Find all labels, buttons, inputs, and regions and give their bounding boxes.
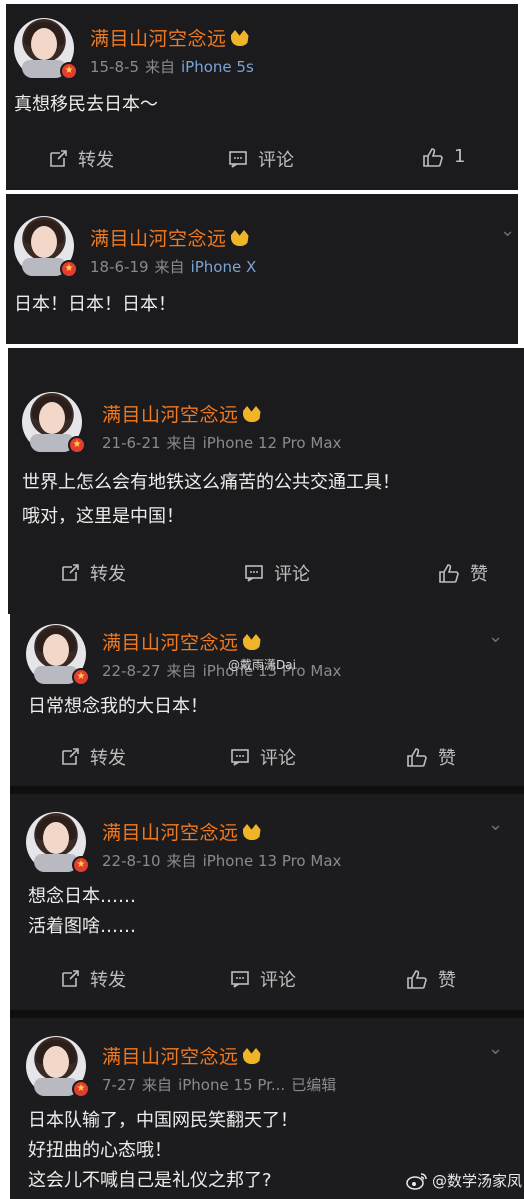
verified-badge-icon: ★ [60, 62, 78, 80]
avatar[interactable]: ★ [14, 18, 78, 80]
avatar[interactable]: ★ [26, 1036, 90, 1098]
action-bar: 转发 评论 1 [6, 146, 518, 176]
more-chevron-icon[interactable]: ⌄ [488, 628, 503, 646]
comment-icon [245, 565, 263, 582]
action-bar: 转发 评论 赞 [10, 744, 524, 774]
weibo-logo-icon [406, 1172, 427, 1190]
device-label[interactable]: iPhone 12 Pro Max [203, 434, 342, 452]
post-meta: 21-6-21 来自 iPhone 12 Pro Max [102, 434, 342, 452]
like-button[interactable]: 1 [422, 146, 465, 167]
action-bar: 转发 评论 赞 [8, 560, 524, 590]
device-label[interactable]: iPhone 15 Pr... [178, 1076, 285, 1094]
comment-button[interactable]: 评论 [230, 744, 296, 770]
like-button[interactable]: 赞 [406, 744, 456, 770]
repost-icon [62, 748, 79, 765]
avatar[interactable]: ★ [26, 812, 90, 874]
crown-icon [242, 634, 261, 650]
like-button[interactable]: 赞 [406, 966, 456, 992]
username[interactable]: 满目山河空念远 [102, 1042, 261, 1069]
post-meta: 22-8-10 来自 iPhone 13 Pro Max [102, 852, 342, 870]
username[interactable]: 满目山河空念远 [90, 24, 249, 51]
post-text: 日常想念我的大日本！ [28, 696, 208, 717]
avatar[interactable]: ★ [26, 624, 90, 686]
post-text: 日本！日本！日本！ [14, 294, 176, 315]
more-chevron-icon[interactable]: ⌄ [488, 816, 503, 834]
screenshot-panel-4: ★ 满目山河空念远 22-8-27 来自 iPhone 13 Pro Max @戴雨… [10, 614, 524, 1199]
overlay-watermark: @戴雨潇Dai [228, 658, 296, 672]
comment-icon [231, 971, 249, 988]
username[interactable]: 满目山河空念远 [102, 628, 261, 655]
verified-badge-icon: ★ [68, 436, 86, 454]
edited-label: 已编辑 [291, 1076, 337, 1094]
comment-button[interactable]: 评论 [244, 560, 310, 586]
device-label[interactable]: iPhone 5s [181, 58, 254, 76]
divider [10, 1010, 524, 1018]
post-meta: 15-8-5 来自 iPhone 5s [90, 58, 254, 76]
verified-badge-icon: ★ [60, 260, 78, 278]
repost-button[interactable]: 转发 [48, 146, 114, 172]
repost-button[interactable]: 转发 [60, 966, 126, 992]
post-meta: 7-27 来自 iPhone 15 Pr... 已编辑 [102, 1076, 337, 1094]
corner-watermark: @数学汤家凤 [406, 1170, 522, 1191]
post-card[interactable]: ★ 满目山河空念远 21-6-21 来自 iPhone 12 Pro Max 世界上… [8, 348, 524, 614]
username[interactable]: 满目山河空念远 [102, 818, 261, 845]
device-label[interactable]: iPhone 13 Pro Max [203, 852, 342, 870]
device-label[interactable]: iPhone X [191, 258, 257, 276]
comment-icon [229, 151, 247, 168]
post-card[interactable]: ★ 满目山河空念远 7-27 来自 iPhone 15 Pr... 已编辑 ⌄ 日本队… [10, 1018, 524, 1199]
screenshot-panel-2: ★ 满目山河空念远 18-6-19 来自 iPhone X ⌄ 日本！日本！日本！ [6, 194, 518, 344]
post-card[interactable]: ★ 满目山河空念远 22-8-10 来自 iPhone 13 Pro Max ⌄ 想… [10, 794, 524, 1010]
post-card[interactable]: ★ 满目山河空念远 22-8-27 来自 iPhone 13 Pro Max @戴雨… [10, 614, 524, 786]
avatar[interactable]: ★ [22, 392, 86, 454]
like-button[interactable]: 赞 [438, 560, 488, 586]
divider [10, 786, 524, 794]
crown-icon [242, 406, 261, 422]
repost-icon [62, 970, 79, 987]
like-icon [439, 564, 459, 583]
verified-badge-icon: ★ [72, 856, 90, 874]
post-text: 日本队输了，中国网民笑翻天了！ 好扭曲的心态哦！ 这会儿不喊自己是礼仪之邦了? [28, 1110, 298, 1191]
post-text: 想念日本…… 活着图啥…… [28, 886, 136, 937]
verified-badge-icon: ★ [72, 1080, 90, 1098]
crown-icon [230, 30, 249, 46]
like-icon [407, 970, 427, 989]
more-chevron-icon[interactable]: ⌄ [500, 222, 515, 240]
repost-icon [62, 564, 79, 581]
repost-icon [50, 150, 67, 167]
avatar[interactable]: ★ [14, 216, 78, 278]
username[interactable]: 满目山河空念远 [90, 224, 249, 251]
like-icon [423, 147, 443, 167]
crown-icon [242, 824, 261, 840]
comment-button[interactable]: 评论 [228, 146, 294, 172]
screenshot-panel-3: ★ 满目山河空念远 21-6-21 来自 iPhone 12 Pro Max 世界上… [8, 348, 524, 614]
crown-icon [230, 230, 249, 246]
screenshot-panel-1: ★ 满目山河空念远 15-8-5 来自 iPhone 5s 真想移民去日本～ 转发 … [6, 4, 518, 190]
post-meta: 22-8-27 来自 iPhone 13 Pro Max [102, 662, 342, 680]
post-card[interactable]: ★ 满目山河空念远 18-6-19 来自 iPhone X ⌄ 日本！日本！日本！ [6, 194, 518, 344]
comment-icon [231, 749, 249, 766]
username[interactable]: 满目山河空念远 [102, 400, 261, 427]
post-text: 世界上怎么会有地铁这么痛苦的公共交通工具！ 哦对，这里是中国！ [22, 472, 400, 527]
post-meta: 18-6-19 来自 iPhone X [90, 258, 257, 276]
verified-badge-icon: ★ [72, 668, 90, 686]
post-card[interactable]: ★ 满目山河空念远 15-8-5 来自 iPhone 5s 真想移民去日本～ 转发 … [6, 4, 518, 190]
crown-icon [242, 1048, 261, 1064]
post-text: 真想移民去日本～ [14, 94, 158, 115]
repost-button[interactable]: 转发 [60, 744, 126, 770]
like-icon [407, 748, 427, 767]
action-bar: 转发 评论 赞 [10, 966, 524, 996]
repost-button[interactable]: 转发 [60, 560, 126, 586]
comment-button[interactable]: 评论 [230, 966, 296, 992]
more-chevron-icon[interactable]: ⌄ [488, 1040, 503, 1058]
